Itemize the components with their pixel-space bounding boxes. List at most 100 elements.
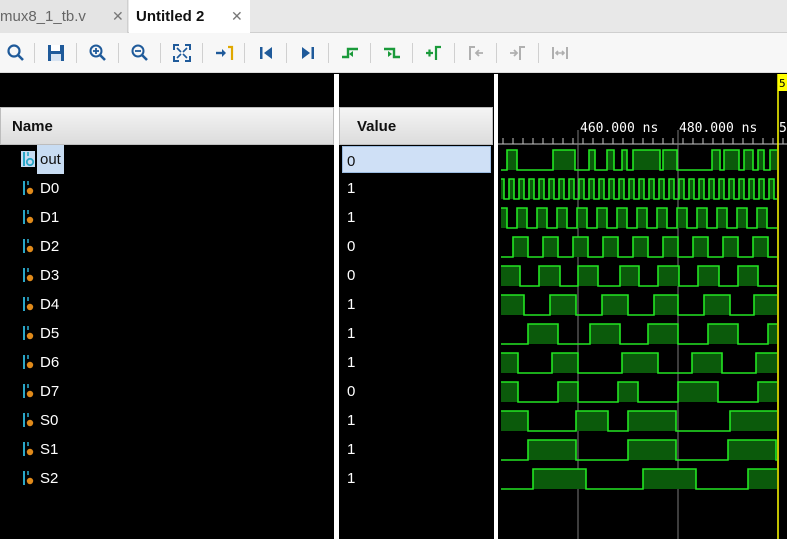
value-row-d2[interactable]: 0 [339,232,494,261]
signal-name: S2 [40,470,59,487]
go-to-cursor-icon[interactable] [213,42,235,64]
wave-high-fill [737,208,747,228]
zoom-in-icon[interactable] [87,42,109,64]
scope-strip [0,74,494,107]
wave-high-fill [578,266,598,286]
signal-row-d2[interactable]: D2 [0,232,334,261]
signal-row-d5[interactable]: D5 [0,319,334,348]
value-row-d6[interactable]: 1 [339,348,494,377]
wave-high-fill [663,237,678,257]
logic-input-icon [21,180,35,196]
signal-row-s0[interactable]: S0 [0,406,334,435]
signal-value: 1 [347,412,356,429]
previous-transition-icon[interactable] [339,42,361,64]
wave-high-fill [768,324,777,344]
wave-high-fill [557,208,567,228]
wave-high-fill [553,150,575,170]
value-column-header[interactable]: Value [339,107,493,145]
close-icon[interactable]: ✕ [231,0,243,33]
wave-high-fill [537,208,547,228]
go-to-time-zero-icon[interactable] [255,42,277,64]
wave-high-fill [501,208,507,228]
waveform-toolbar [0,33,787,73]
value-row-s2[interactable]: 1 [339,464,494,493]
wave-high-fill [753,237,768,257]
wave-high-fill [770,150,777,170]
signal-value: 1 [347,441,356,458]
waveform-viewer[interactable]: 460.000 ns 480.000 ns 5 5 [498,74,787,539]
toolbar-separator [34,43,35,63]
signal-name: D7 [40,383,60,400]
next-transition-icon[interactable] [381,42,403,64]
time-cursor-label: 5 [779,77,786,90]
wave-high-fill [657,208,667,228]
signal-value: 1 [347,296,356,313]
wave-high-fill [728,440,776,460]
zoom-out-icon[interactable] [129,42,151,64]
tab-mux8-1-tb[interactable]: mux8_1_tb.v ✕ [0,0,128,33]
next-marker-icon[interactable] [507,42,529,64]
waveform-canvas[interactable]: 460.000 ns 480.000 ns 5 5 [498,74,787,539]
value-row-d4[interactable]: 1 [339,290,494,319]
wave-high-fill [643,469,696,489]
value-row-s1[interactable]: 1 [339,435,494,464]
wave-high-fill [573,237,588,257]
signal-row-s2[interactable]: S2 [0,464,334,493]
signal-value: 0 [347,383,356,400]
wave-high-fill [633,237,648,257]
tab-label: Untitled 2 [136,8,205,25]
value-row-d3[interactable]: 0 [339,261,494,290]
wave-high-fill [756,353,777,373]
toolbar-separator [454,43,455,63]
signal-name: D1 [40,209,60,226]
wave-high-fill [708,324,738,344]
value-row-d0[interactable]: 1 [339,174,494,203]
value-row-s0[interactable]: 1 [339,406,494,435]
swap-cursors-icon[interactable] [549,42,571,64]
value-row-d5[interactable]: 1 [339,319,494,348]
wave-high-fill [550,295,576,315]
signal-row-s1[interactable]: S1 [0,435,334,464]
wave-high-fill [697,208,707,228]
close-icon[interactable]: ✕ [112,0,124,33]
value-row-d1[interactable]: 1 [339,203,494,232]
wave-high-fill [717,208,727,228]
wave-high-fill [754,295,777,315]
signal-row-d6[interactable]: D6 [0,348,334,377]
name-column-header[interactable]: Name [0,107,334,145]
logic-input-icon [21,238,35,254]
zoom-fit-icon[interactable] [171,42,193,64]
signal-name: S1 [40,441,59,458]
wave-high-fill [501,266,520,286]
value-row-out[interactable]: 0 [342,146,491,173]
signal-name: D3 [40,267,60,284]
logic-input-icon [21,441,35,457]
signal-value: 0 [347,238,356,255]
add-marker-icon[interactable] [423,42,445,64]
go-to-last-time-icon[interactable] [297,42,319,64]
previous-marker-icon[interactable] [465,42,487,64]
signal-row-d4[interactable]: D4 [0,290,334,319]
wave-high-fill [558,382,578,402]
value-row-d7[interactable]: 0 [339,377,494,406]
signal-row-d1[interactable]: D1 [0,203,334,232]
wave-high-fill [648,324,678,344]
wave-high-fill [693,237,708,257]
signal-value: 1 [347,470,356,487]
toolbar-separator [286,43,287,63]
save-icon[interactable] [45,42,67,64]
logic-input-icon [21,412,35,428]
signal-row-d0[interactable]: D0 [0,174,334,203]
wave-high-fill [501,353,518,373]
tab-untitled-2[interactable]: Untitled 2 ✕ [129,0,250,33]
signal-row-d3[interactable]: D3 [0,261,334,290]
ruler-time-label: 460.000 ns [580,121,658,136]
signal-row-d7[interactable]: D7 [0,377,334,406]
signal-row-out[interactable]: out [0,145,334,174]
wave-high-fill [712,150,720,170]
search-icon[interactable] [5,42,27,64]
wave-high-fill [757,208,767,228]
wave-high-fill [603,237,618,257]
signal-value: 0 [347,153,356,170]
wave-high-fill [589,150,595,170]
